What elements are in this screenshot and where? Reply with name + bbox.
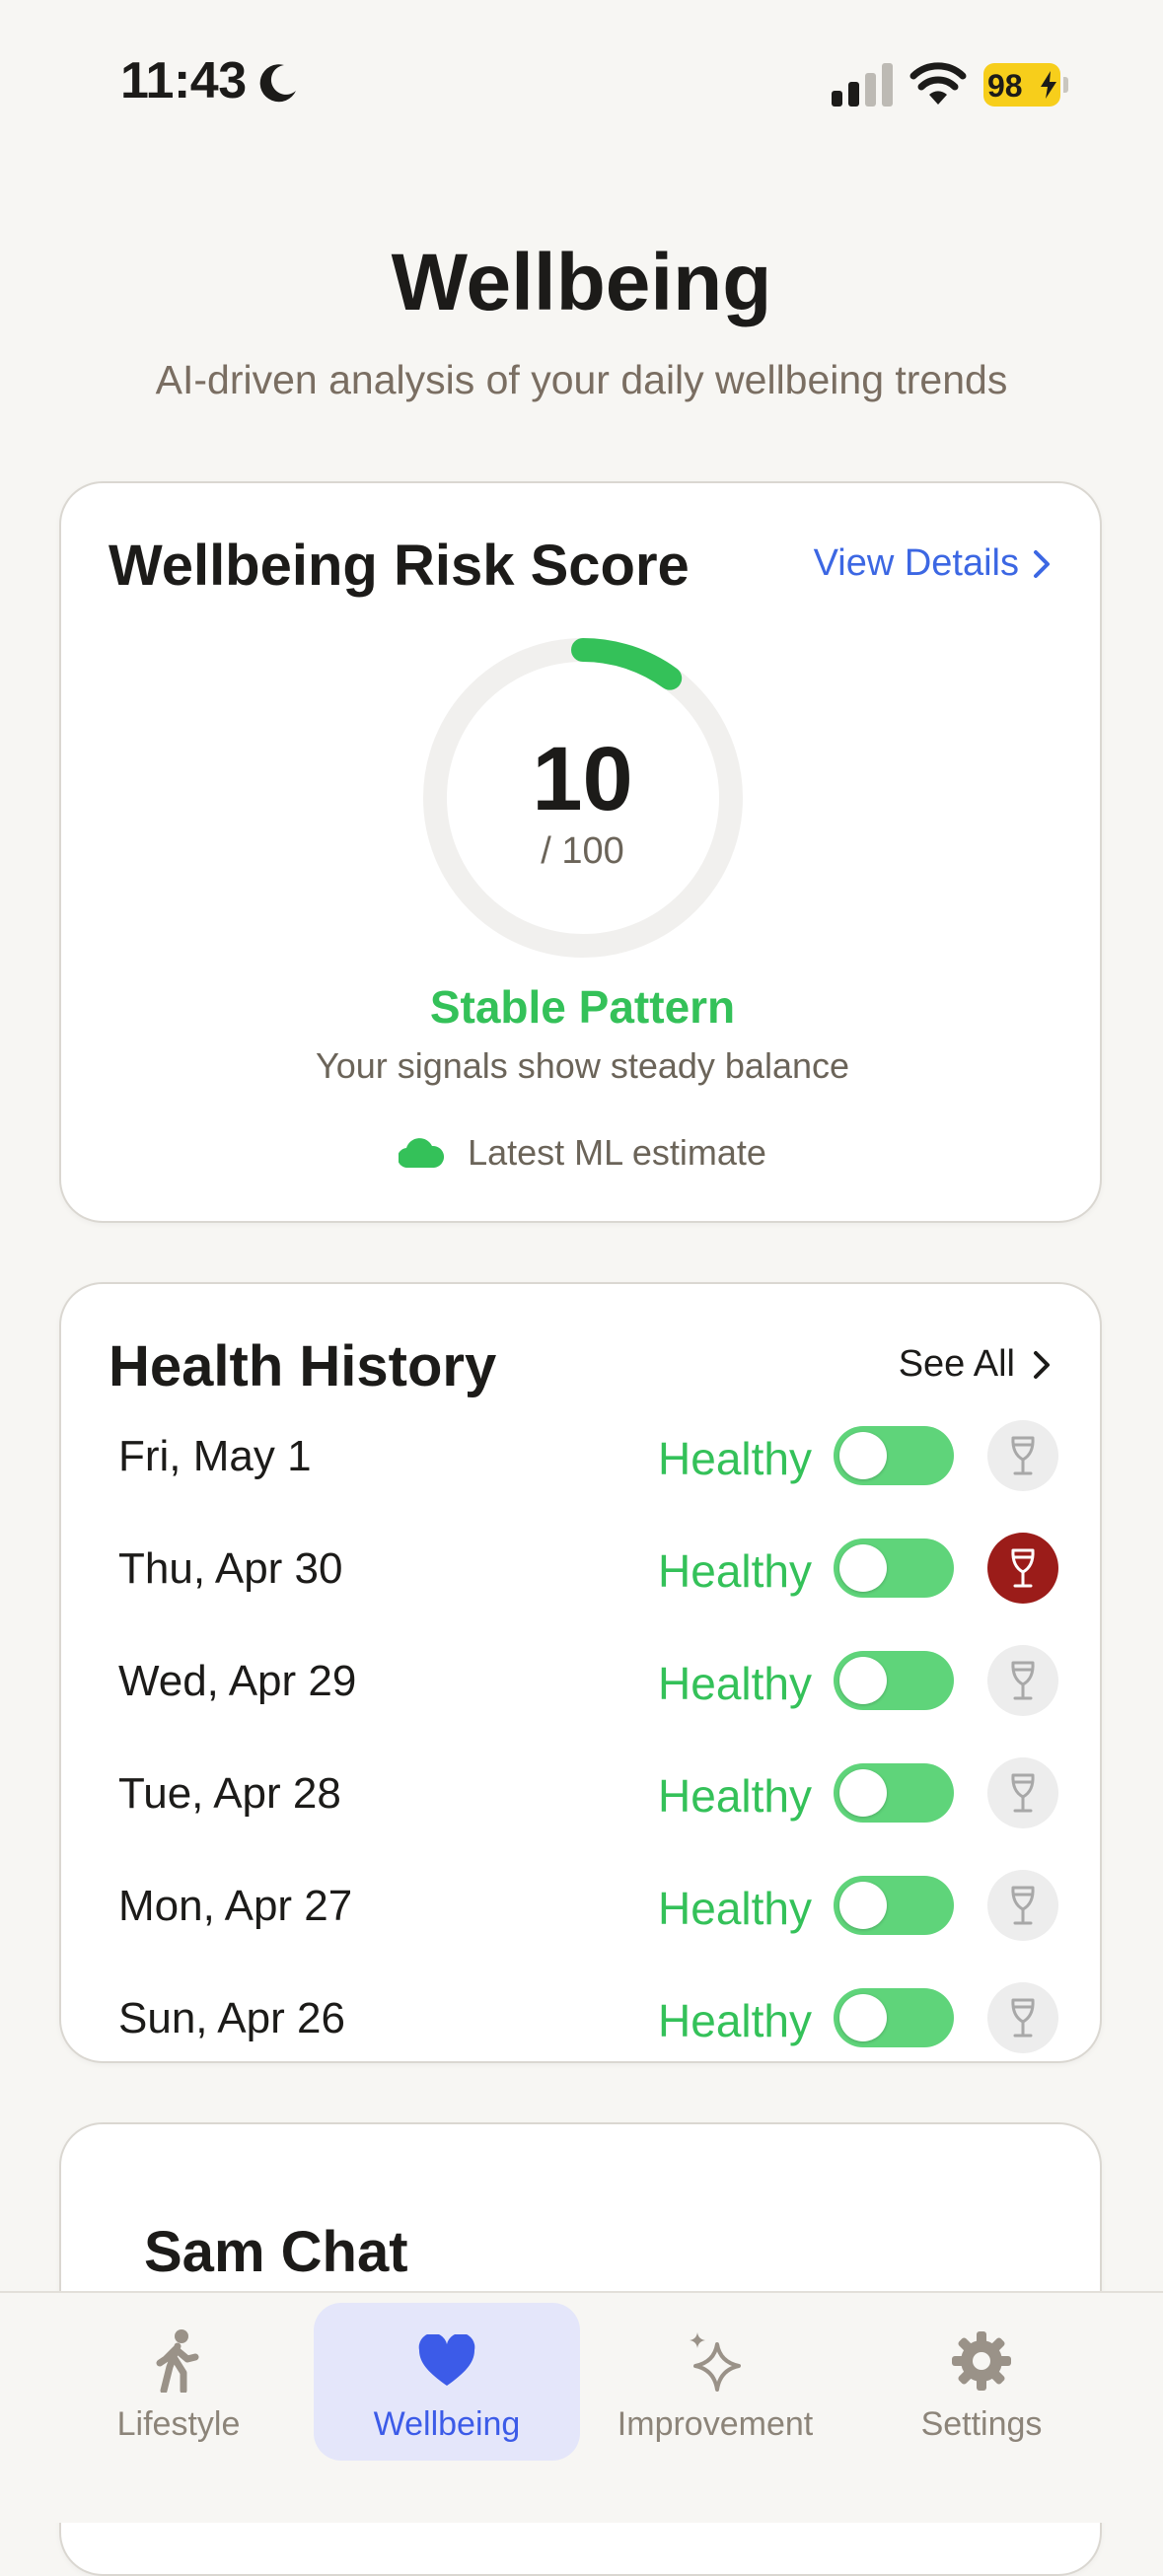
moon-icon [259,64,296,103]
see-all-label: See All [898,1343,1015,1385]
toggle-knob [839,1544,887,1592]
page-title: Wellbeing [391,238,772,327]
wine-glass-icon [1011,1548,1035,1588]
tab-wellbeing[interactable]: Wellbeing [314,2303,580,2461]
tab-label: Settings [920,2405,1043,2443]
history-date: Tue, Apr 28 [118,1769,341,1818]
status-time: 11:43 [120,52,247,109]
gear-icon [952,2331,1011,2391]
wine-glass-icon [1011,1998,1035,2038]
alcohol-toggle-button[interactable] [987,1420,1058,1491]
page-subtitle: AI-driven analysis of your daily wellbei… [155,357,1008,402]
alcohol-toggle-button[interactable] [987,1645,1058,1716]
tab-lifestyle[interactable]: Lifestyle [45,2303,312,2461]
health-history-card: Health History See All Fri, May 1 Healthy… [59,1282,1102,2063]
heart-icon [418,2334,475,2386]
history-toggle[interactable] [834,1426,954,1485]
history-toggle[interactable] [834,1763,954,1823]
view-details-label: View Details [813,542,1019,584]
chat-card-title: Sam Chat [144,2220,408,2284]
toggle-knob [839,1432,887,1479]
history-row[interactable]: Mon, Apr 27 Healthy [61,1852,1100,1965]
toggle-knob [839,1882,887,1929]
walking-figure-icon [156,2329,199,2393]
risk-status-label: Stable Pattern [429,981,736,1033]
history-date: Thu, Apr 30 [118,1544,343,1593]
history-row[interactable]: Thu, Apr 30 Healthy [61,1515,1100,1627]
chevron-right-icon [1034,549,1050,578]
history-date: Wed, Apr 29 [118,1657,357,1705]
history-card-title: Health History [109,1334,497,1398]
tab-settings[interactable]: Settings [848,2303,1115,2461]
history-status: Healthy [658,1433,812,1484]
view-details-link[interactable]: View Details [814,542,1051,585]
alcohol-toggle-button[interactable] [987,1757,1058,1828]
history-row[interactable]: Tue, Apr 28 Healthy [61,1740,1100,1852]
alcohol-toggle-button[interactable] [987,1982,1058,2053]
toggle-knob [839,1769,887,1817]
alcohol-toggle-button[interactable] [987,1533,1058,1604]
history-status: Healthy [658,1545,812,1597]
history-toggle[interactable] [834,1988,954,2047]
see-all-link[interactable]: See All [899,1343,1051,1386]
sparkles-icon [690,2332,741,2392]
history-status: Healthy [658,1770,812,1822]
wine-glass-icon [1011,1436,1035,1475]
tab-label: Wellbeing [373,2405,521,2443]
tab-label: Improvement [617,2405,814,2443]
battery-level: 98 [987,68,1023,104]
cloud-icon [399,1138,445,1168]
history-status: Healthy [658,1658,812,1709]
risk-score-card: Wellbeing Risk Score View Details 10 / 1… [59,481,1102,1223]
history-toggle[interactable] [834,1538,954,1598]
risk-card-title: Wellbeing Risk Score [109,534,690,598]
toggle-knob [839,1657,887,1704]
chevron-right-icon [1034,1350,1050,1379]
history-date: Fri, May 1 [118,1432,312,1480]
history-status: Healthy [658,1995,812,2046]
history-toggle[interactable] [834,1651,954,1710]
charging-bolt-icon [1041,71,1056,99]
battery-indicator: 98 [983,63,1068,107]
tab-improvement[interactable]: Improvement [582,2303,848,2461]
tab-label: Lifestyle [116,2405,241,2443]
wifi-icon [909,62,967,105]
history-row[interactable]: Sun, Apr 26 Healthy [61,1965,1100,2061]
risk-score-value: 10 [532,729,633,829]
ml-estimate-note: Latest ML estimate [61,1132,1104,1174]
ml-estimate-label: Latest ML estimate [468,1132,766,1173]
history-row[interactable]: Fri, May 1 Healthy [61,1402,1100,1515]
history-date: Sun, Apr 26 [118,1994,345,2042]
history-list: Fri, May 1 Healthy Thu, Apr 30 Healthy Wed, … [61,1402,1100,2061]
wine-glass-icon [1011,1773,1035,1813]
wine-glass-icon [1011,1886,1035,1925]
history-toggle[interactable] [834,1876,954,1935]
wine-glass-icon [1011,1661,1035,1700]
toggle-knob [839,1994,887,2041]
tab-bar: Lifestyle Wellbeing Improvement Settings [0,2291,1163,2523]
cellular-signal-icon [832,63,893,107]
history-status: Healthy [658,1883,812,1934]
risk-status-description: Your signals show steady balance [315,1045,850,1086]
alcohol-toggle-button[interactable] [987,1870,1058,1941]
history-row[interactable]: Wed, Apr 29 Healthy [61,1627,1100,1740]
risk-score-max: / 100 [541,830,624,872]
history-date: Mon, Apr 27 [118,1882,353,1930]
